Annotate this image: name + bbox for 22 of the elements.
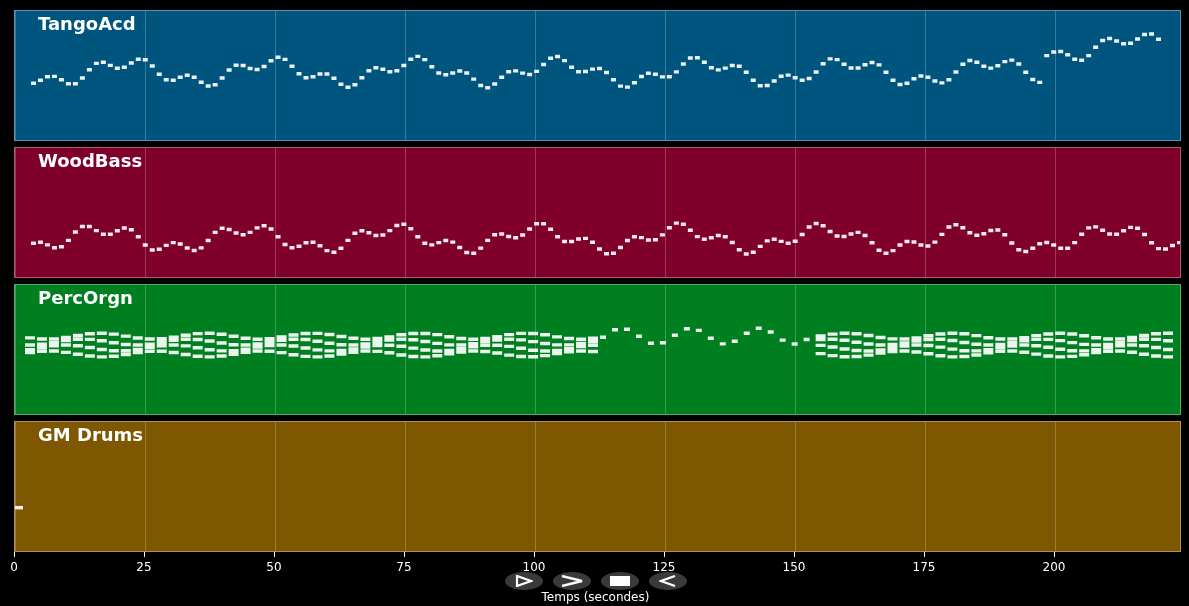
track-name: WoodBass [38, 150, 143, 171]
tick-label: 200 [1042, 560, 1066, 574]
tick-label: 125 [652, 560, 676, 574]
tick-label: 0 [10, 560, 18, 574]
tick-label: 100 [522, 560, 546, 574]
stop-button[interactable] [600, 572, 639, 590]
tick-label: 150 [782, 560, 806, 574]
chevron-icon [560, 575, 583, 587]
tick-label: 175 [912, 560, 936, 574]
tick-label: 75 [396, 560, 412, 574]
stop-icon [608, 575, 631, 587]
track-name: GM Drums [38, 424, 144, 445]
track-name: PercOrgn [38, 287, 133, 308]
tick-label: 25 [136, 560, 152, 574]
reverse-button[interactable] [648, 572, 687, 590]
reverse-icon [658, 575, 677, 587]
tick-label: 50 [266, 560, 282, 574]
forward-button[interactable] [552, 572, 591, 590]
play-icon [514, 575, 533, 587]
play-button[interactable] [504, 572, 543, 590]
axis-label: Temps (secondes) [541, 590, 650, 604]
track-name: TangoAcd [38, 13, 136, 34]
